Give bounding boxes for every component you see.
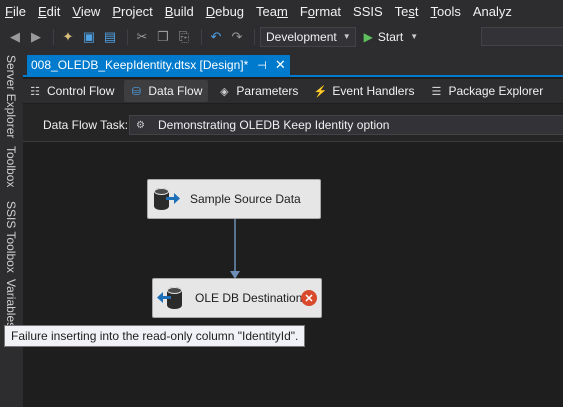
solution-configuration-dropdown[interactable]: Development ▼ [260,26,356,47]
new-project-icon[interactable]: ✦ [59,28,77,46]
sidebar-tab-toolbox[interactable]: Toolbox [4,146,18,187]
menu-item[interactable]: File [0,0,33,24]
sidebar-tab-server-explorer[interactable]: Server Explorer [4,55,18,138]
copy-icon[interactable]: ❐ [154,28,172,46]
control-flow-icon: ☷ [30,85,40,98]
data-flow-task-value: Demonstrating OLEDB Keep Identity option [158,118,390,132]
undo-icon[interactable]: ↶ [207,28,225,46]
menu-bar: File Edit View Project Build Debug Team Format S… [0,0,563,24]
toolbar-separator [254,28,255,45]
start-label: Start [377,29,404,44]
source-component[interactable]: Sample Source Data [147,179,321,219]
solution-configuration-value: Development [266,29,337,44]
designer-tab-label: Parameters [236,84,299,98]
menu-item[interactable]: View [67,0,107,24]
cut-icon[interactable]: ✂ [133,28,151,46]
chevron-down-icon[interactable]: ▼ [410,32,418,41]
destination-component[interactable]: OLE DB Destination ✕ [152,278,322,318]
paste-icon[interactable]: ⎘ [175,28,193,46]
data-flow-task-select[interactable]: ⚙ Demonstrating OLEDB Keep Identity opti… [129,115,563,135]
toolbar-separator [201,28,202,45]
navigate-back-icon[interactable]: ◀ [6,28,24,46]
destination-component-label: OLE DB Destination [195,291,303,305]
document-tab-strip: 008_OLEDB_KeepIdentity.dtsx [Design]* ⊣ … [23,49,563,77]
oledb-destination-icon [157,284,187,312]
data-flow-canvas[interactable]: Sample Source Data OLE DB Destination ✕ [23,143,563,407]
document-tab[interactable]: 008_OLEDB_KeepIdentity.dtsx [Design]* ⊣ … [27,55,290,75]
menu-item[interactable]: Tools [426,0,468,24]
designer-tab-event-handlers[interactable]: ⚡ Event Handlers [308,80,420,102]
redo-icon[interactable]: ↷ [228,28,246,46]
menu-item[interactable]: Team [251,0,295,24]
menu-item[interactable]: Edit [33,0,67,24]
designer-tab-control-flow[interactable]: ☷ Control Flow [23,80,120,102]
data-flow-task-bar: Data Flow Task: ⚙ Demonstrating OLEDB Ke… [23,104,563,142]
data-flow-task-label: Data Flow Task: [43,118,129,132]
designer-tab-label: Event Handlers [332,84,415,98]
designer-tab-label: Package Explorer [448,84,544,98]
designer-tab-parameters[interactable]: ◈ Parameters [212,80,304,102]
toolbar-separator [127,28,128,45]
tool-window-sidebar: Server Explorer Toolbox SSIS Toolbox Var… [0,49,23,407]
sidebar-tab-ssis-toolbox[interactable]: SSIS Toolbox [4,201,18,273]
data-flow-icon: ⛁ [131,85,141,98]
save-all-icon[interactable]: ▤ [101,28,119,46]
toolbar-search-box[interactable] [481,27,563,46]
play-icon: ▶ [363,29,373,44]
toolbar-separator [53,28,54,45]
chevron-down-icon: ▼ [342,32,351,41]
designer-tabs: ☷ Control Flow ⛁ Data Flow ◈ Parameters ⚡ Event… [23,79,563,103]
designer-tab-label: Data Flow [148,84,203,98]
menu-item[interactable]: Test [390,0,426,24]
error-tooltip: Failure inserting into the read-only col… [4,325,306,347]
parameters-icon: ◈ [220,85,229,98]
save-icon[interactable]: ▣ [80,28,98,46]
event-handlers-icon: ⚡ [313,85,328,98]
menu-item[interactable]: Project [107,0,159,24]
start-button[interactable]: ▶ Start ▼ [364,30,419,44]
pin-icon[interactable]: ⊣ [257,59,267,72]
designer-tab-package-explorer[interactable]: ☰ Package Explorer [424,80,549,102]
menu-item[interactable]: Build [160,0,201,24]
error-icon[interactable]: ✕ [301,290,317,306]
sidebar-tab-variables[interactable]: Variables [4,279,18,328]
close-icon[interactable]: ✕ [275,57,286,73]
menu-item[interactable]: SSIS [348,0,390,24]
package-explorer-icon: ☰ [431,85,442,98]
navigate-forward-icon[interactable]: ▶ [27,28,45,46]
data-path-connector[interactable] [228,219,242,281]
designer-tab-data-flow[interactable]: ⛁ Data Flow [124,80,209,102]
source-component-label: Sample Source Data [190,192,301,206]
menu-item[interactable]: Debug [201,0,251,24]
oledb-source-icon [152,185,182,213]
menu-item[interactable]: Analyz [468,0,519,24]
document-tab-title: 008_OLEDB_KeepIdentity.dtsx [Design]* [31,58,249,72]
data-flow-task-icon: ⚙ [136,119,145,131]
standard-toolbar: ◀ ▶ ✦ ▣ ▤ ✂ ❐ ⎘ ↶ ↷ Development ▼ ▶ Star… [0,24,563,49]
menu-item[interactable]: Format [295,0,348,24]
designer-tab-label: Control Flow [47,84,115,98]
